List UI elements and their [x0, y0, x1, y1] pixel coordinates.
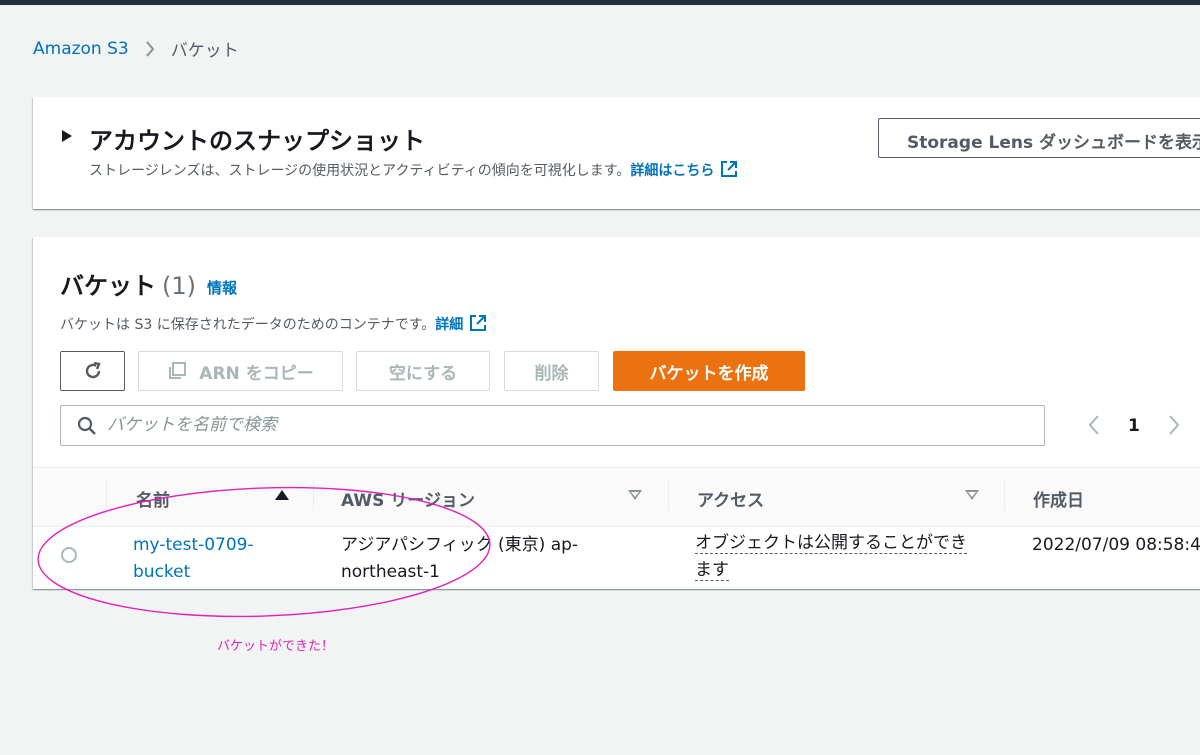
buckets-title: バケット [60, 272, 156, 300]
copy-arn-label: ARN をコピー [199, 363, 314, 384]
column-divider [1004, 480, 1005, 510]
create-bucket-button[interactable]: バケットを作成 [613, 351, 805, 391]
breadcrumb-current: バケット [170, 41, 239, 61]
breadcrumb-link-s3[interactable]: Amazon S3 [33, 39, 129, 59]
refresh-icon [85, 361, 101, 379]
empty-bucket-button[interactable]: 空にする [356, 351, 490, 391]
buckets-details-link[interactable]: 詳細 [435, 317, 463, 333]
bucket-search-box [60, 405, 1045, 446]
chevron-right-icon[interactable] [1166, 414, 1182, 440]
annotation-text: バケットができた！ [217, 639, 335, 654]
pagination-current-page[interactable]: 1 [1128, 416, 1140, 436]
external-link-icon [469, 314, 487, 336]
bucket-access[interactable]: オブジェクトは公開することができます [695, 530, 980, 584]
external-link-icon [720, 160, 738, 182]
search-icon [77, 416, 97, 440]
storage-lens-dashboard-button[interactable]: Storage Lens ダッシュボードを表示 [878, 118, 1200, 158]
chevron-left-icon[interactable] [1086, 414, 1102, 440]
copy-arn-button[interactable]: ARN をコピー [138, 351, 343, 391]
buckets-description: バケットは S3 に保存されたデータのためのコンテナです。詳細 [60, 314, 487, 336]
column-header-created[interactable]: 作成日 [1033, 486, 1084, 511]
refresh-button[interactable] [60, 351, 125, 391]
top-bar [0, 0, 1200, 5]
annotation-ellipse [37, 486, 491, 618]
snapshot-details-link[interactable]: 詳細はこちら [630, 163, 714, 179]
bucket-search-input[interactable] [107, 413, 1007, 437]
column-header-access[interactable]: アクセス [697, 486, 764, 511]
delete-bucket-button[interactable]: 削除 [504, 351, 599, 391]
snapshot-description-text: ストレージレンズは、ストレージの使用状況とアクティビティの傾向を可視化します。 [89, 163, 631, 179]
snapshot-title[interactable]: アカウントのスナップショット [89, 121, 425, 156]
sort-descending-icon[interactable] [628, 490, 642, 500]
info-link[interactable]: 情報 [207, 277, 237, 298]
sort-descending-icon[interactable] [965, 490, 979, 500]
column-divider [668, 480, 669, 510]
buckets-heading: バケット (1) [60, 266, 196, 301]
buckets-count: (1) [162, 272, 196, 300]
breadcrumb: Amazon S3 バケット [33, 36, 239, 62]
bucket-access-text: オブジェクトは公開することができます [695, 533, 967, 581]
snapshot-description: ストレージレンズは、ストレージの使用状況とアクティビティの傾向を可視化します。詳… [89, 160, 738, 182]
caret-right-icon[interactable] [62, 130, 72, 142]
buckets-description-text: バケットは S3 に保存されたデータのためのコンテナです。 [60, 317, 436, 333]
bucket-created-date: 2022/07/09 08:58:41 AM JST [1032, 535, 1200, 555]
chevron-right-icon [145, 40, 155, 58]
copy-icon [169, 362, 187, 379]
